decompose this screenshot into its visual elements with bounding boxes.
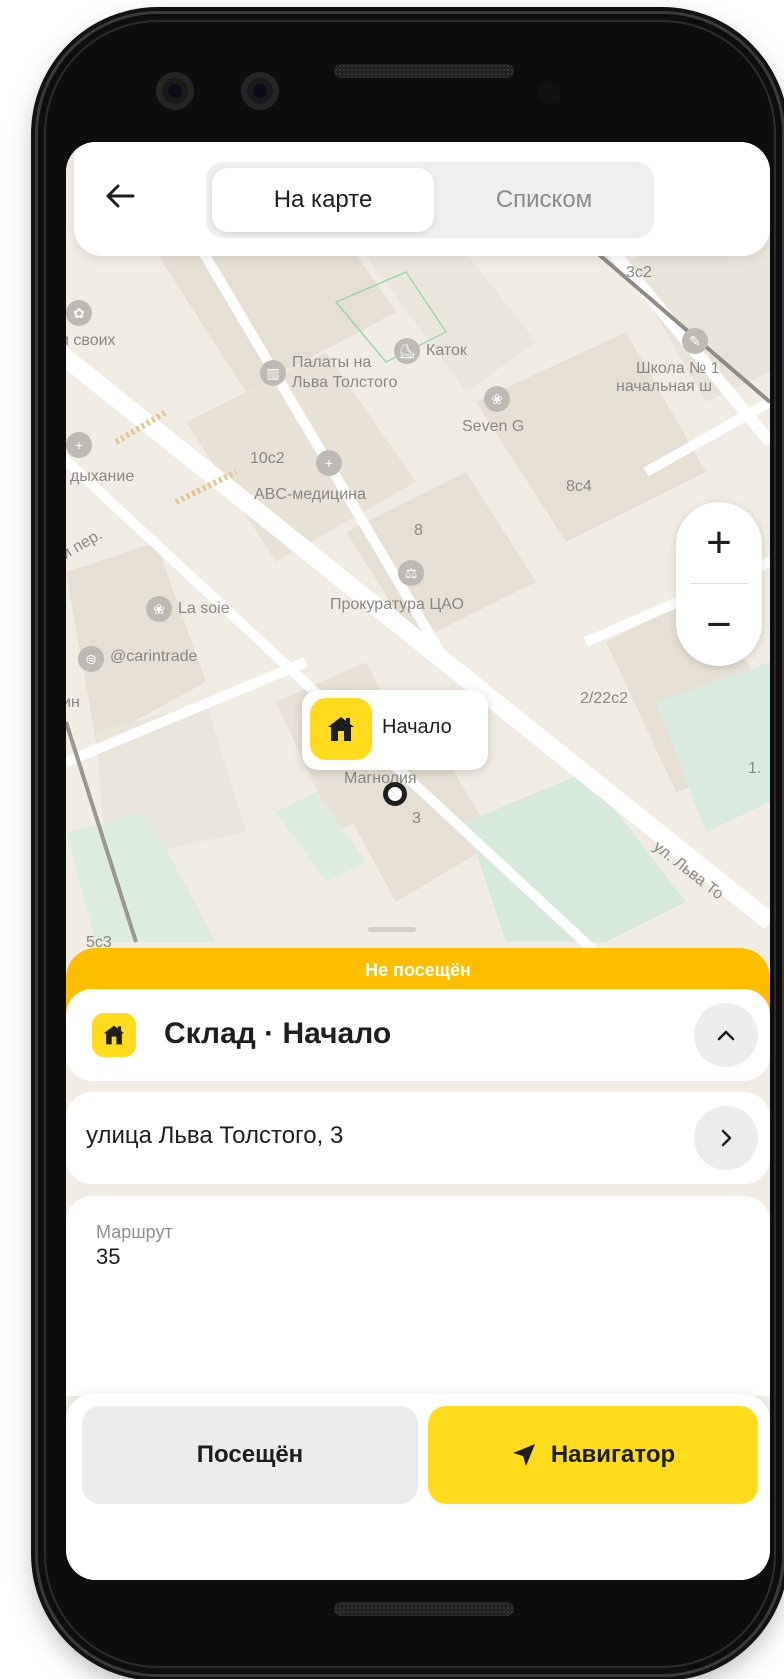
visited-button-label: Посещён xyxy=(196,1441,304,1468)
address-open-button[interactable] xyxy=(694,1106,758,1170)
visited-button[interactable]: Посещён xyxy=(82,1406,418,1504)
map-label-abc: ABC-медицина xyxy=(254,486,366,503)
museum-icon: ▥ xyxy=(260,360,286,386)
route-card: Маршрут 35 xyxy=(66,1196,770,1396)
map-label-svoih: и своих xyxy=(66,332,116,349)
tab-list[interactable]: Списком xyxy=(440,168,648,232)
front-camera-icon xyxy=(241,72,279,110)
location-point-icon xyxy=(383,782,407,806)
chevron-right-icon xyxy=(721,1129,732,1147)
arrow-left-icon xyxy=(106,184,135,208)
navigation-arrow-icon xyxy=(511,1442,537,1468)
map-label-10c2: 10с2 xyxy=(250,450,285,467)
chevron-up-icon xyxy=(717,1030,735,1041)
map-label-8c4: 8с4 xyxy=(566,478,592,495)
tab-map[interactable]: На карте xyxy=(212,168,434,232)
house-icon xyxy=(310,698,372,760)
map-label-8: 8 xyxy=(414,522,423,539)
map-label-palaty-2: Льва Толстого xyxy=(292,374,398,391)
map-view[interactable]: ⛸ Каток ▥ Палаты на Льва Толстого ✎ Школа… xyxy=(66,142,770,1082)
medical-icon: + xyxy=(66,432,92,458)
front-camera-icon xyxy=(156,72,194,110)
map-pin-card[interactable]: Начало xyxy=(302,690,488,770)
zoom-controls: + − xyxy=(676,502,762,666)
medical-icon: + xyxy=(316,450,342,476)
earpiece-speaker xyxy=(334,64,514,78)
ice-rink-icon: ⛸ xyxy=(394,338,420,364)
map-label-n: ин xyxy=(66,694,80,711)
car-icon: ⊜ xyxy=(78,646,104,672)
navigator-button[interactable]: Навигатор xyxy=(428,1406,758,1504)
map-label-1: 1. xyxy=(748,760,762,777)
status-text: Не посещён xyxy=(365,960,471,980)
beauty-salon-icon: ❀ xyxy=(146,596,172,622)
map-label-magnolia: Магнолия xyxy=(344,770,417,787)
proximity-sensor xyxy=(537,81,561,105)
house-icon xyxy=(92,1013,136,1057)
map-label-seven: Seven G xyxy=(462,418,525,435)
shop-icon: ✿ xyxy=(66,300,92,326)
route-label: Маршрут xyxy=(96,1222,173,1242)
top-bar: На карте Списком xyxy=(74,142,770,256)
app-screen: ⛸ Каток ▥ Палаты на Льва Толстого ✎ Школа… xyxy=(66,142,770,1580)
map-label-dyhanie: дыхание xyxy=(70,468,135,485)
view-switcher: На карте Списком xyxy=(206,162,654,238)
beauty-salon-icon: ❀ xyxy=(484,386,510,412)
map-label-palaty: Палаты на xyxy=(292,354,372,371)
bottom-speaker xyxy=(334,1602,514,1616)
map-label-3c2: 3с2 xyxy=(626,264,652,281)
map-label-school: Школа № 1 xyxy=(636,360,720,377)
school-icon: ✎ xyxy=(682,328,708,354)
address-row[interactable]: улица Льва Толстого, 3 xyxy=(66,1092,770,1184)
stop-title: Склад · Начало xyxy=(164,1017,392,1050)
map-label-school-2: начальная ш xyxy=(616,378,712,395)
map-label-katok: Каток xyxy=(426,342,467,360)
government-icon: ⚖ xyxy=(398,560,424,586)
address-text: улица Льва Толстого, 3 xyxy=(86,1122,344,1149)
zoom-out-button[interactable]: − xyxy=(676,584,762,666)
sheet-drag-handle[interactable] xyxy=(368,927,416,932)
collapse-button[interactable] xyxy=(694,1003,758,1067)
title-card: Склад · Начало xyxy=(66,989,770,1081)
map-label-prokuratura: Прокуратура ЦАО xyxy=(330,596,464,613)
map-label-carintrade: @carintrade xyxy=(110,648,198,665)
navigator-button-label: Навигатор xyxy=(550,1441,676,1468)
map-label-3: 3 xyxy=(412,810,421,827)
route-value: 35 xyxy=(96,1244,121,1269)
action-bar: Посещён Навигатор xyxy=(66,1394,770,1580)
back-button[interactable] xyxy=(100,176,140,216)
zoom-in-button[interactable]: + xyxy=(676,502,762,584)
pin-label: Начало xyxy=(382,716,452,738)
map-label-lasoie: La soie xyxy=(178,600,230,617)
map-label-2-22c2: 2/22с2 xyxy=(580,690,629,707)
